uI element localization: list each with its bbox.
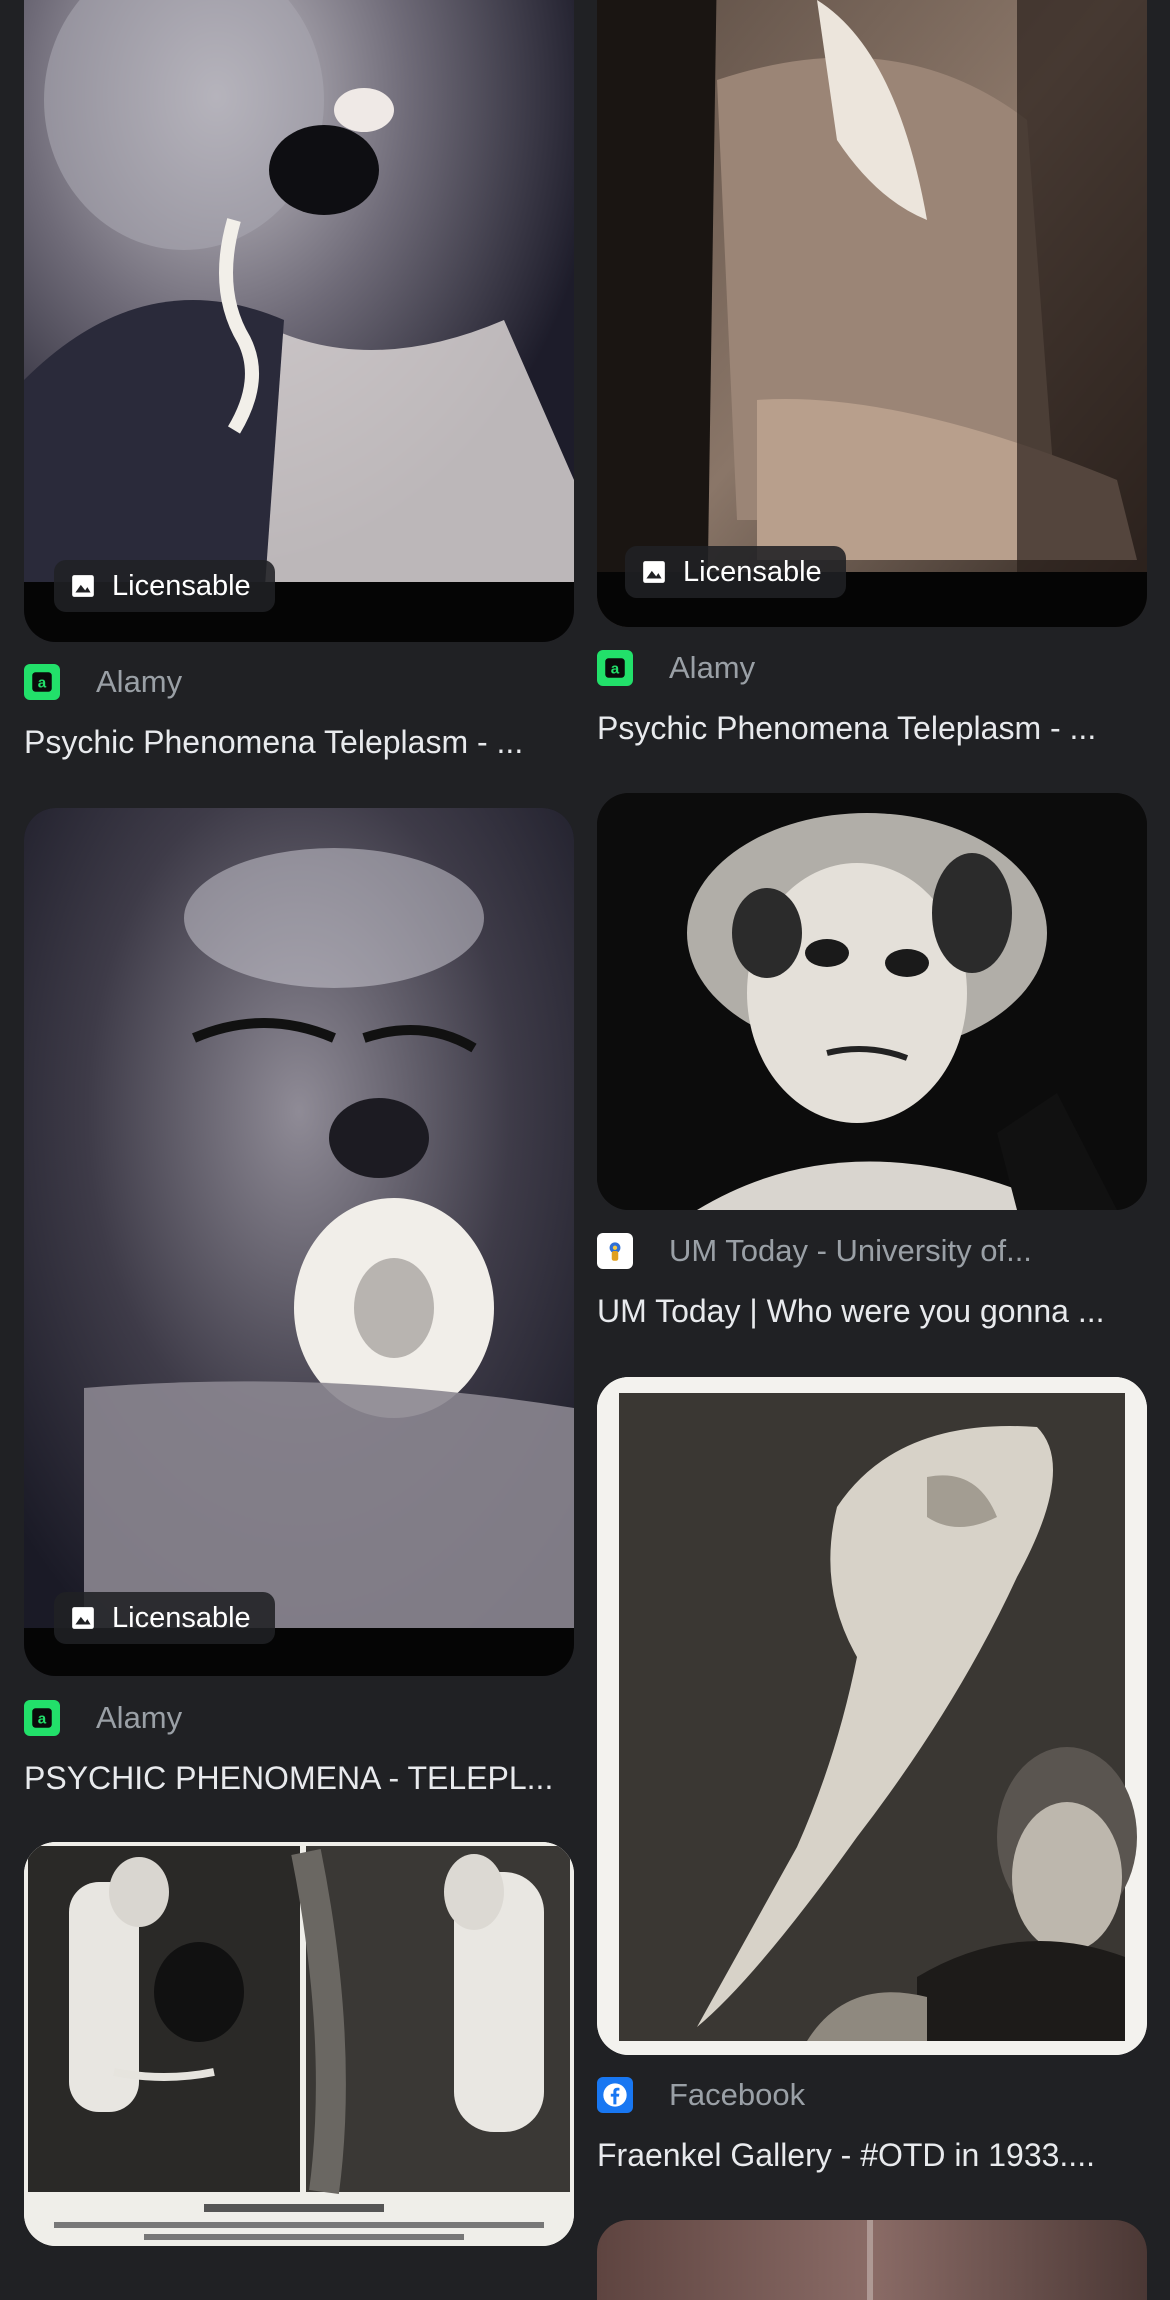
photo-placeholder [597,2220,1147,2300]
photo-placeholder [24,0,574,642]
photo-placeholder [24,1842,574,2246]
alamy-favicon-icon: a [24,1700,60,1736]
alamy-favicon-icon: a [597,650,633,686]
result-thumbnail[interactable] [597,1377,1147,2055]
result-source[interactable]: a Alamy [24,662,574,702]
source-name: Alamy [96,1700,183,1735]
image-result-card[interactable]: Licensable a Alamy Psychic Phenomena Tel… [24,0,574,770]
image-icon [641,559,667,585]
photo-placeholder [597,0,1147,627]
licensable-label: Licensable [683,555,822,588]
image-result-card[interactable] [597,2220,1147,2300]
source-name: Alamy [669,650,756,685]
licensable-label: Licensable [112,1601,251,1634]
source-name: Alamy [96,664,183,699]
result-source[interactable]: Facebook [597,2075,1147,2115]
um-today-favicon-icon [597,1233,633,1269]
licensable-badge: Licensable [54,560,275,612]
image-result-card[interactable]: Facebook Fraenkel Gallery - #OTD in 1933… [597,1377,1147,2175]
source-name: UM Today - University of... [669,1233,1032,1268]
result-thumbnail[interactable] [24,0,574,642]
image-result-card[interactable]: Licensable a Alamy Psychic Phenomena Tel… [597,0,1147,760]
svg-text:a: a [611,660,620,677]
result-thumbnail[interactable] [597,0,1147,627]
result-title[interactable]: Psychic Phenomena Teleplasm - ... [597,710,1147,747]
result-source[interactable]: a Alamy [24,1698,574,1738]
photo-placeholder [597,1377,1147,2055]
source-name: Facebook [669,2077,806,2112]
result-source[interactable]: UM Today - University of... [597,1231,1147,1271]
licensable-badge: Licensable [625,546,846,598]
svg-text:a: a [38,1710,47,1727]
svg-text:a: a [38,674,47,691]
photo-placeholder [24,808,574,1676]
image-icon [70,573,96,599]
result-thumbnail[interactable] [24,1842,574,2246]
result-thumbnail[interactable] [24,808,574,1676]
licensable-badge: Licensable [54,1592,275,1644]
result-source[interactable]: a Alamy [597,648,1147,688]
alamy-favicon-icon: a [24,664,60,700]
result-title[interactable]: Psychic Phenomena Teleplasm - ... [24,724,574,761]
licensable-label: Licensable [112,569,251,602]
image-result-card[interactable]: Licensable a Alamy PSYCHIC PHENOMENA - T… [24,808,574,1798]
image-result-card[interactable]: UM Today - University of... UM Today | W… [597,793,1147,1343]
facebook-favicon-icon [597,2077,633,2113]
result-title[interactable]: PSYCHIC PHENOMENA - TELEPL... [24,1760,574,1797]
result-thumbnail[interactable] [597,793,1147,1210]
photo-placeholder [597,793,1147,1210]
image-icon [70,1605,96,1631]
result-thumbnail[interactable] [597,2220,1147,2300]
result-title[interactable]: UM Today | Who were you gonna ... [597,1293,1147,1330]
image-result-card[interactable] [24,1842,574,2246]
result-title[interactable]: Fraenkel Gallery - #OTD in 1933.... [597,2137,1147,2174]
